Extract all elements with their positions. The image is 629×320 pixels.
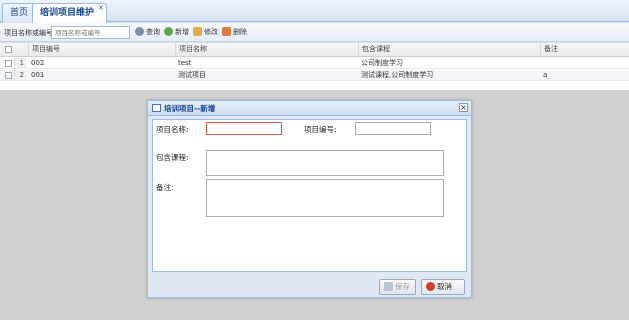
edit-button[interactable]: 修改: [193, 26, 218, 39]
window-icon: [152, 104, 161, 112]
cell-name: test: [178, 59, 192, 67]
add-project-dialog: 培训项目--新增 × 项目名称: 项目编号: 包含课程: 备注: 保存 取消: [147, 100, 472, 298]
dialog-title: 培训项目--新增: [164, 104, 216, 113]
toolbar: 项目名称或编号 查询 新增 修改 删除: [0, 23, 629, 42]
add-button[interactable]: 新增: [164, 26, 189, 39]
edit-button-label: 修改: [204, 28, 218, 36]
add-button-label: 新增: [175, 28, 189, 36]
tab-training-project-label: 培训项目维护: [40, 8, 95, 18]
grid-header: 项目编号 项目名称 包含课程 备注: [0, 43, 629, 57]
dialog-footer: 保存 取消: [148, 277, 471, 297]
cell-name: 测试项目: [178, 71, 206, 79]
dialog-form: 项目名称: 项目编号: 包含课程: 备注:: [152, 119, 467, 272]
project-code-label: 项目编号:: [304, 125, 337, 134]
tab-home-label: 首页: [10, 8, 29, 18]
close-icon[interactable]: ×: [459, 103, 468, 112]
row-number: 1: [14, 58, 26, 68]
row-number: 2: [14, 70, 26, 80]
search-input[interactable]: [51, 26, 130, 39]
edit-icon: [193, 27, 202, 36]
cell-code: 002: [31, 59, 45, 67]
save-button[interactable]: 保存: [379, 279, 416, 295]
cancel-button-label: 取消: [437, 282, 452, 291]
cell-courses: 公司制度学习: [361, 59, 403, 67]
remark-label: 备注:: [156, 183, 174, 192]
table-row[interactable]: 2 001 测试项目 测试课程,公司制度学习 a: [0, 70, 629, 81]
project-name-field[interactable]: [206, 122, 282, 135]
tab-home[interactable]: 首页: [2, 3, 37, 22]
query-button[interactable]: 查询: [135, 26, 160, 39]
query-button-label: 查询: [146, 28, 160, 36]
delete-icon: [222, 27, 231, 36]
row-checkbox[interactable]: [5, 72, 12, 79]
courses-label: 包含课程:: [156, 153, 189, 162]
select-all-checkbox[interactable]: [5, 46, 12, 53]
delete-button-label: 删除: [233, 28, 247, 36]
courses-field[interactable]: [206, 150, 444, 176]
save-icon: [384, 282, 393, 291]
table-row[interactable]: 1 002 test 公司制度学习: [0, 58, 629, 69]
dialog-titlebar[interactable]: 培训项目--新增 ×: [148, 101, 471, 116]
column-header-courses[interactable]: 包含课程: [358, 43, 540, 56]
cell-remark: [540, 58, 629, 68]
cancel-icon: [426, 282, 435, 291]
delete-button[interactable]: 删除: [222, 26, 247, 39]
cell-courses: 测试课程,公司制度学习: [361, 71, 434, 79]
project-code-field[interactable]: [355, 122, 431, 135]
cancel-button[interactable]: 取消: [421, 279, 465, 295]
add-icon: [164, 27, 173, 36]
column-header-remark[interactable]: 备注: [540, 43, 629, 56]
column-header-code[interactable]: 项目编号: [28, 43, 175, 56]
tab-close-icon[interactable]: ✕: [98, 5, 104, 12]
search-icon: [135, 27, 144, 36]
column-header-name[interactable]: 项目名称: [175, 43, 358, 56]
row-checkbox[interactable]: [5, 60, 12, 67]
save-button-label: 保存: [395, 282, 410, 291]
tab-training-project[interactable]: 培训项目维护 ✕: [32, 3, 108, 23]
cell-code: 001: [31, 71, 45, 79]
remark-field[interactable]: [206, 179, 444, 217]
cell-remark: a: [543, 71, 548, 79]
search-label: 项目名称或编号: [4, 29, 53, 37]
project-name-label: 项目名称:: [156, 125, 189, 134]
tab-bar: 首页 培训项目维护 ✕: [0, 0, 629, 23]
